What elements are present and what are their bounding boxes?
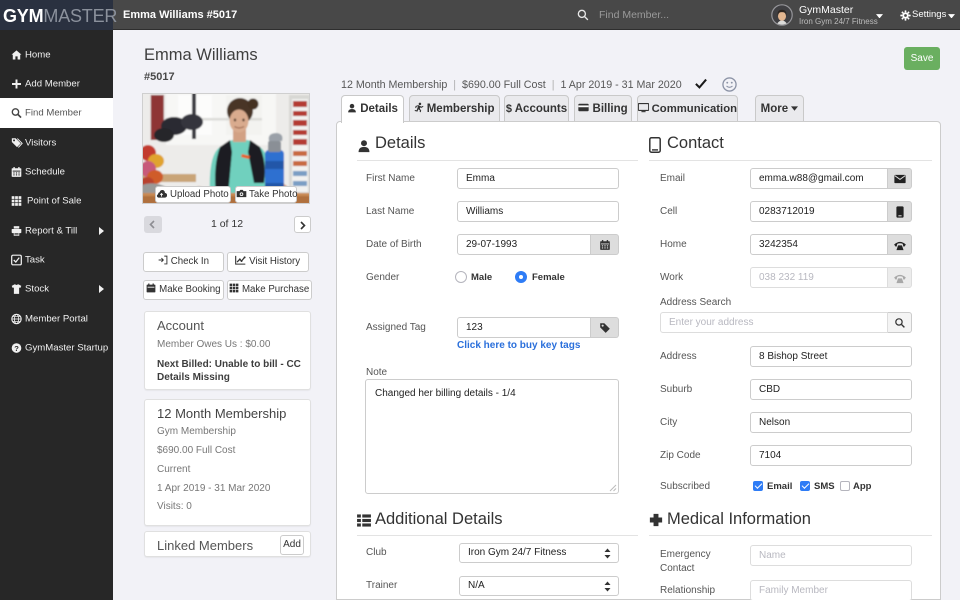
svg-text:?: ? <box>14 343 19 352</box>
